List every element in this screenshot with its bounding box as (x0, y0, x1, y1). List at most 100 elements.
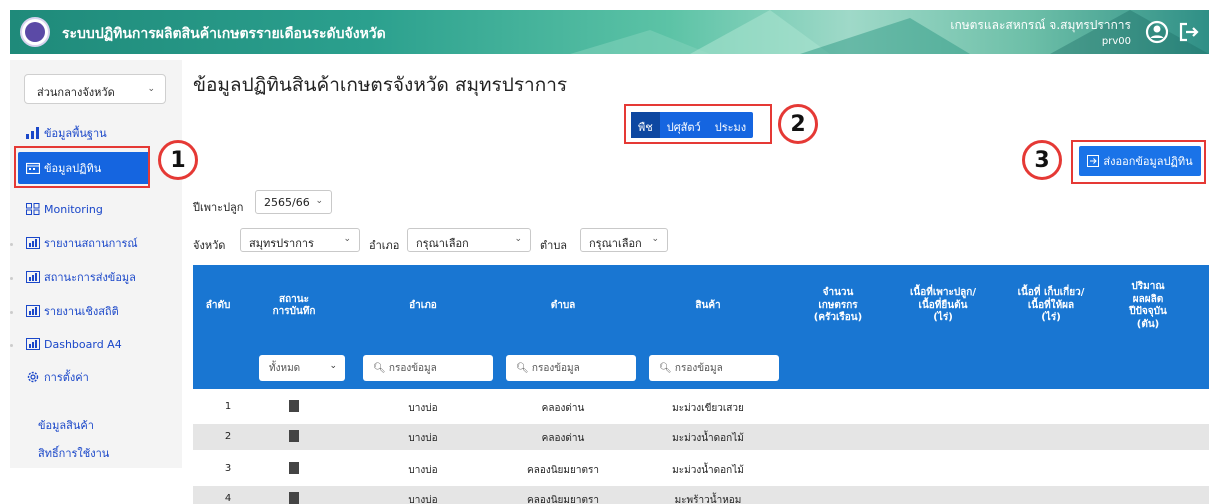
season-select[interactable]: 2565/66 ⌄ (255, 190, 332, 214)
divider-dot (10, 311, 13, 314)
search-icon: 🔍︎ (516, 363, 529, 374)
document-icon[interactable] (289, 430, 299, 442)
divider-dot (10, 277, 13, 280)
subdistrict-select-value: กรุณาเลือก (589, 237, 642, 250)
district-filter-placeholder: กรองข้อมูล (388, 363, 437, 374)
annotation-marker-2: 2 (778, 104, 818, 144)
status-filter-select[interactable]: ทั้งหมด ⌄ (259, 355, 345, 381)
col-header-product[interactable]: สินค้า (643, 265, 773, 347)
table-row[interactable]: 2 บางบ่อ คลองด่าน มะม่วงน้ำดอกไม้ (193, 424, 1209, 450)
highlight-box-3 (1071, 140, 1206, 184)
subdistrict-filter-placeholder: กรองข้อมูล (531, 363, 580, 374)
document-icon[interactable] (289, 462, 299, 474)
chevron-down-icon: ⌄ (315, 196, 323, 206)
col-header-planted-area[interactable]: เนื้อที่เพาะปลูก/ เนื้อที่ยืนต้น (ไร่) (893, 265, 993, 347)
page-title: ข้อมูลปฏิทินสินค้าเกษตรจังหวัด สมุทรปราก… (193, 74, 568, 96)
product-filter-input[interactable]: 🔍︎ กรองข้อมูล (649, 355, 779, 381)
gear-icon (27, 371, 39, 383)
season-label: ปีเพาะปลูก (193, 201, 244, 214)
sidebar-item-dashboard-a4[interactable]: Dashboard A4 (20, 333, 180, 355)
table-row[interactable]: 4 บางบ่อ คลองนิยมยาตรา มะพร้าวน้ำหอม (193, 486, 1209, 504)
sidebar-item-label: รายงานสถานการณ์ (44, 237, 138, 250)
grid-icon (26, 203, 40, 215)
search-icon: 🔍︎ (373, 363, 386, 374)
sidebar-item-label: ข้อมูลพื้นฐาน (44, 127, 107, 140)
user-id: prv00 (1101, 36, 1131, 47)
row-no: 2 (224, 431, 232, 442)
sidebar-item-label: Monitoring (44, 202, 103, 216)
col-header-harvest-area[interactable]: เนื้อที่ เก็บเกี่ยว/ เนื้อที่ให้ผล (ไร่) (1001, 265, 1101, 347)
chevron-down-icon: ⌄ (514, 234, 522, 244)
row-subdistrict: คลองนิยมยาตรา (527, 495, 599, 504)
col-header-yield[interactable]: ปริมาณ ผลผลิต ปีปัจจุบัน (ตัน) (1109, 265, 1187, 347)
annotation-marker-1: 1 (158, 140, 198, 180)
search-icon: 🔍︎ (659, 363, 672, 374)
report-icon (26, 237, 40, 249)
col-header-district[interactable]: อำเภอ (363, 265, 483, 347)
row-no: 4 (224, 493, 232, 504)
subdistrict-filter-input[interactable]: 🔍︎ กรองข้อมูล (506, 355, 636, 381)
highlight-box-2 (624, 104, 772, 144)
sidebar-item-label: รายงานเชิงสถิติ (44, 305, 119, 318)
user-organization: เกษตรและสหกรณ์ จ.สมุทรปราการ (950, 18, 1131, 32)
sidebar-item-monitoring[interactable]: Monitoring (20, 198, 180, 220)
sidebar-item-settings[interactable]: การตั้งค่า (20, 366, 180, 388)
district-select[interactable]: กรุณาเลือก ⌄ (407, 228, 531, 252)
row-product: มะม่วงน้ำดอกไม้ (672, 465, 744, 476)
row-product: มะพร้าวน้ำหอม (674, 495, 742, 504)
logout-icon[interactable] (1177, 20, 1201, 44)
sidebar-item-statistics-report[interactable]: รายงานเชิงสถิติ (20, 300, 180, 322)
row-subdistrict: คลองด่าน (541, 433, 585, 444)
sidebar-item-label: การตั้งค่า (44, 371, 89, 384)
sidebar-item-label: สถานะการส่งข้อมูล (44, 271, 136, 284)
chevron-down-icon: ⌄ (651, 234, 659, 244)
district-filter-input[interactable]: 🔍︎ กรองข้อมูล (363, 355, 493, 381)
row-no: 1 (224, 401, 232, 412)
user-circle-icon[interactable] (1145, 20, 1169, 44)
sidebar: ส่วนกลางจังหวัด ⌄ ข้อมูลพื้นฐาน ข้อมูลปฏ… (10, 60, 182, 468)
sidebar-item-label: Dashboard A4 (44, 337, 122, 351)
chevron-down-icon: ⌄ (343, 234, 351, 244)
row-no: 3 (224, 463, 232, 474)
sidebar-item-submission-status[interactable]: สถานะการส่งข้อมูล (20, 266, 180, 288)
table-header: ลำดับ สถานะ การบันทึก อำเภอ ตำบล สินค้า … (193, 265, 1209, 347)
district-select-value: กรุณาเลือก (416, 237, 469, 250)
report-icon (26, 305, 40, 317)
col-header-status[interactable]: สถานะ การบันทึก (253, 265, 335, 347)
row-district: บางบ่อ (408, 403, 438, 414)
report-icon (26, 271, 40, 283)
sidebar-item-basic-data[interactable]: ข้อมูลพื้นฐาน (20, 122, 180, 144)
sidebar-subitem-product-data[interactable]: ข้อมูลสินค้า (38, 416, 94, 434)
province-label: จังหวัด (193, 239, 226, 252)
row-district: บางบ่อ (408, 433, 438, 444)
sidebar-subitem-permissions[interactable]: สิทธิ์การใช้งาน (38, 444, 109, 462)
table-row[interactable]: 3 บางบ่อ คลองนิยมยาตรา มะม่วงน้ำดอกไม้ (193, 456, 1209, 482)
row-subdistrict: คลองนิยมยาตรา (527, 465, 599, 476)
product-filter-placeholder: กรองข้อมูล (674, 363, 723, 374)
season-select-value: 2565/66 (264, 196, 310, 209)
divider-dot (10, 243, 13, 246)
col-header-subdistrict[interactable]: ตำบล (503, 265, 623, 347)
table-filter-row: ทั้งหมด ⌄ 🔍︎ กรองข้อมูล 🔍︎ กรองข้อมูล 🔍︎… (193, 347, 1209, 389)
bar-chart-icon (26, 127, 39, 139)
app-header: ระบบปฏิทินการผลิตสินค้าเกษตรรายเดือนระดั… (10, 10, 1209, 54)
province-select[interactable]: สมุทรปราการ ⌄ (240, 228, 360, 252)
sidebar-item-situation-report[interactable]: รายงานสถานการณ์ (20, 232, 180, 254)
province-logo (20, 17, 50, 47)
row-district: บางบ่อ (408, 465, 438, 476)
table-row[interactable]: 1 บางบ่อ คลองด่าน มะม่วงเขียวเสวย (193, 394, 1209, 420)
document-icon[interactable] (289, 492, 299, 504)
document-icon[interactable] (289, 400, 299, 412)
row-product: มะม่วงน้ำดอกไม้ (672, 433, 744, 444)
col-header-farmers[interactable]: จำนวน เกษตรกร (ครัวเรือน) (793, 265, 883, 347)
province-select-value: สมุทรปราการ (249, 237, 314, 250)
app-title: ระบบปฏิทินการผลิตสินค้าเกษตรรายเดือนระดั… (62, 26, 386, 42)
sidebar-province-select[interactable]: ส่วนกลางจังหวัด ⌄ (24, 74, 166, 104)
subdistrict-select[interactable]: กรุณาเลือก ⌄ (580, 228, 668, 252)
row-product: มะม่วงเขียวเสวย (672, 403, 744, 414)
subdistrict-label: ตำบล (540, 239, 568, 252)
annotation-marker-3: 3 (1022, 140, 1062, 180)
report-icon (26, 338, 40, 350)
col-header-no[interactable]: ลำดับ (193, 265, 243, 347)
highlight-box-1 (14, 146, 150, 188)
